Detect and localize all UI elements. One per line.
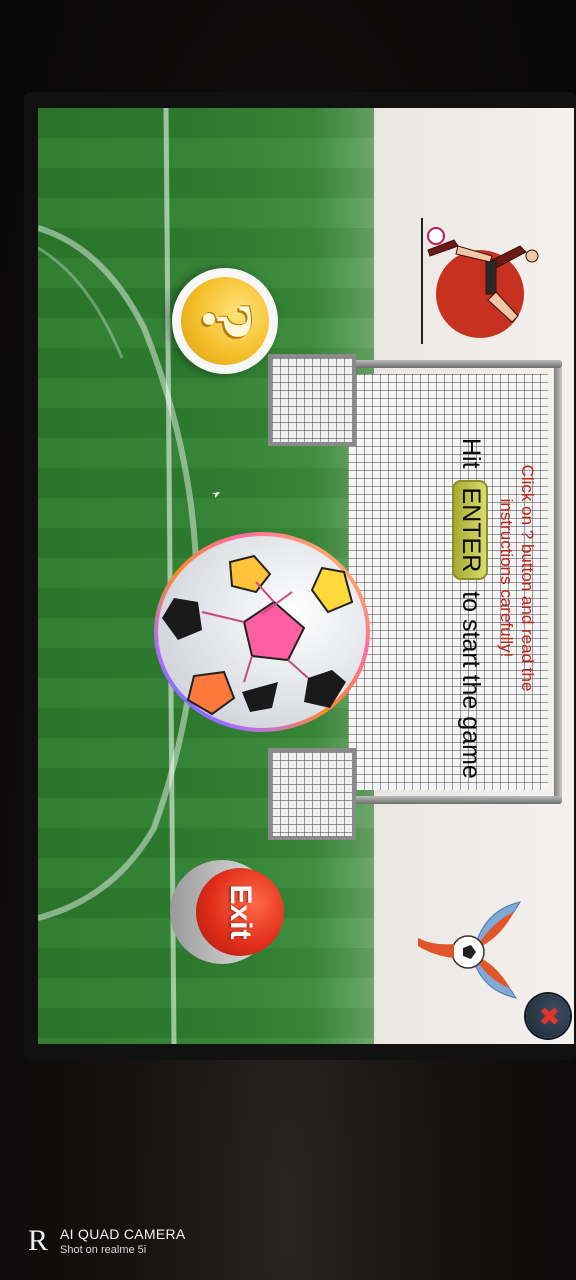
goal-crossbar <box>554 360 562 804</box>
monitor-screen: Click on ? button and read the instructi… <box>38 108 574 1044</box>
start-prompt-prefix: Hit <box>457 438 485 469</box>
start-prompt: Hit ENTER to start the game <box>452 438 488 858</box>
side-net-right <box>268 748 356 840</box>
camera-photo: Click on ? button and read the instructi… <box>0 0 576 1280</box>
close-icon: ✖ <box>533 1005 563 1027</box>
kicker-icon <box>421 218 539 344</box>
realme-logo-icon: R <box>28 1224 49 1257</box>
instruction-text: Click on ? button and read the instructi… <box>497 464 537 692</box>
game-start-screen: Click on ? button and read the instructi… <box>38 108 574 1044</box>
winged-ball-logo-icon <box>418 901 521 999</box>
goal-post-right <box>338 796 562 804</box>
watermark-title: AI QUAD CAMERA <box>60 1226 186 1242</box>
question-mark-icon: ? <box>181 277 269 365</box>
watermark-subtitle: Shot on realme 5i <box>60 1244 147 1256</box>
start-prompt-suffix: to start the game <box>457 591 485 779</box>
exit-button[interactable]: Exit <box>170 860 284 964</box>
close-button[interactable]: ✖ <box>526 994 570 1038</box>
soccer-ball-icon <box>154 532 370 732</box>
help-button[interactable]: ? <box>172 268 278 374</box>
enter-key-badge: ENTER <box>452 479 488 581</box>
side-net-left <box>268 354 356 446</box>
goal-post-left <box>338 360 562 368</box>
camera-watermark: R AI QUAD CAMERA Shot on realme 5i <box>28 1226 248 1260</box>
exit-button-label: Exit <box>196 868 284 956</box>
